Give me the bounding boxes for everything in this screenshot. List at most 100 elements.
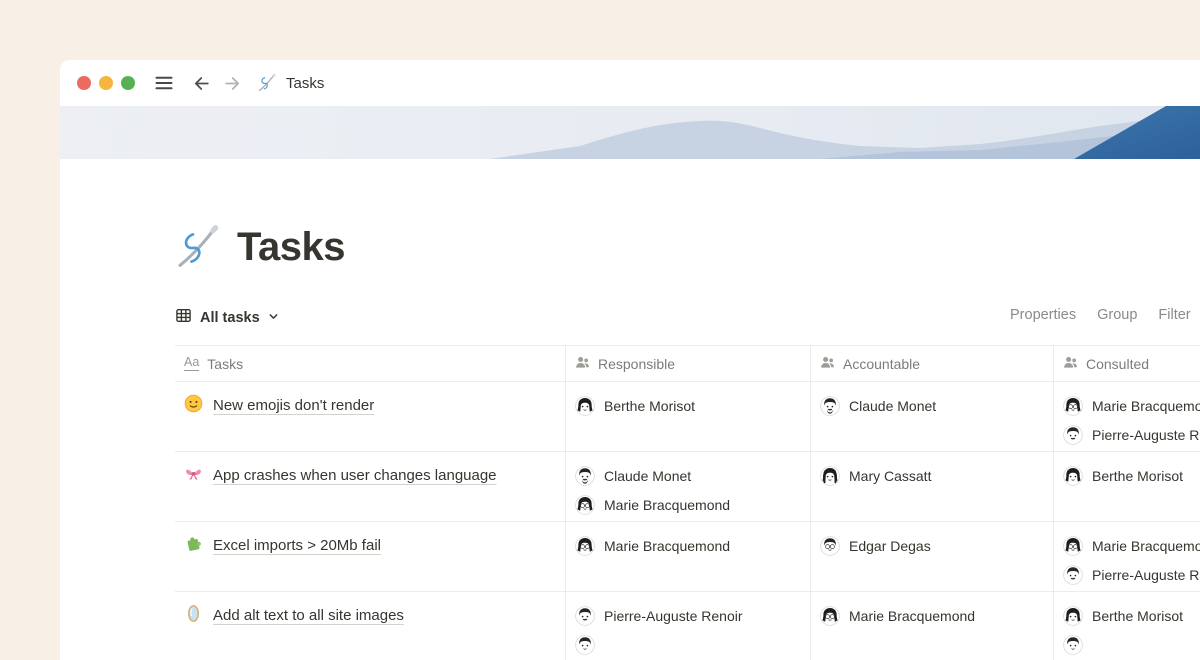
- app-window: Tasks: [60, 60, 1200, 660]
- view-switcher[interactable]: All tasks: [175, 307, 279, 329]
- person-chip[interactable]: Claude Monet: [575, 461, 801, 490]
- mirror-emoji: [184, 604, 203, 627]
- person-chip[interactable]: Marie Bracquemond: [575, 531, 801, 560]
- person-chip[interactable]: Marie Bracquemond: [1063, 531, 1200, 560]
- person-name: Edgar Degas: [849, 538, 931, 554]
- person-chip[interactable]: [1063, 630, 1200, 659]
- mountain-cover-graphic: [60, 106, 1200, 159]
- column-label: Responsible: [598, 356, 675, 372]
- table-cell[interactable]: Berthe Morisot: [565, 382, 810, 451]
- table-cell[interactable]: Mary Cassatt: [810, 452, 1053, 521]
- task-title-cell[interactable]: Add alt text to all site images: [175, 592, 565, 660]
- column-header-tasks[interactable]: AaTasks: [175, 346, 565, 381]
- table-cell[interactable]: Claude Monet: [810, 382, 1053, 451]
- person-chip[interactable]: Marie Bracquemond: [1063, 391, 1200, 420]
- needle-thread-icon: [257, 73, 277, 93]
- minimize-window-button[interactable]: [99, 76, 113, 90]
- tasks-table: AaTasks Responsible Accountable Consulted N…: [175, 345, 1200, 660]
- toolbar-item-filter[interactable]: Filter: [1158, 307, 1190, 323]
- chevron-down-icon: [268, 309, 279, 327]
- avatar: [820, 536, 840, 556]
- task-title-cell[interactable]: Excel imports > 20Mb fail: [175, 522, 565, 591]
- table-row: Add alt text to all site images Pierre-Au…: [175, 592, 1200, 660]
- titlebar-page-title: Tasks: [286, 75, 324, 92]
- column-label: Consulted: [1086, 356, 1149, 372]
- avatar: [1063, 466, 1083, 486]
- person-chip[interactable]: Mary Cassatt: [820, 461, 1044, 490]
- avatar: [575, 466, 595, 486]
- person-name: Claude Monet: [849, 398, 936, 414]
- table-row: App crashes when user changes language Cl…: [175, 452, 1200, 522]
- avatar: [1063, 635, 1083, 655]
- page-content: Tasks All tasks PropertiesGro: [60, 221, 1200, 660]
- close-window-button[interactable]: [77, 76, 91, 90]
- person-icon: [820, 355, 835, 373]
- table-cell[interactable]: Marie Bracquemond Pierre-Auguste Renoir: [1053, 522, 1200, 591]
- person-name: Claude Monet: [604, 468, 691, 484]
- person-chip[interactable]: Edgar Degas: [820, 531, 1044, 560]
- person-chip[interactable]: Pierre-Auguste Renoir: [575, 601, 801, 630]
- person-chip[interactable]: [575, 630, 801, 659]
- table-view-icon: [175, 307, 192, 329]
- avatar: [1063, 425, 1083, 445]
- table-cell[interactable]: Pierre-Auguste Renoir: [565, 592, 810, 660]
- view-bar: All tasks Properties Group Filter: [175, 303, 1200, 333]
- avatar: [820, 606, 840, 626]
- table-cell[interactable]: Berthe Morisot: [1053, 592, 1200, 660]
- column-header-accountable[interactable]: Accountable: [810, 346, 1053, 381]
- table-header-row: AaTasks Responsible Accountable Consulted: [175, 345, 1200, 382]
- person-name: Marie Bracquemond: [1092, 398, 1200, 414]
- needle-thread-emoji[interactable]: [175, 224, 221, 270]
- task-title-link[interactable]: App crashes when user changes language: [213, 467, 497, 484]
- title-property-icon: Aa: [184, 356, 199, 371]
- avatar: [575, 606, 595, 626]
- view-toolbar: Properties Group Filter: [1010, 307, 1191, 323]
- avatar: [1063, 536, 1083, 556]
- column-header-consulted[interactable]: Consulted: [1053, 346, 1200, 381]
- person-name: Pierre-Auguste Renoir: [604, 608, 743, 624]
- person-chip[interactable]: Marie Bracquemond: [820, 601, 1044, 630]
- avatar: [575, 536, 595, 556]
- toolbar-item-group[interactable]: Group: [1097, 307, 1137, 323]
- puzzle-emoji: [184, 534, 203, 557]
- person-chip[interactable]: Pierre-Auguste Renoir: [1063, 420, 1200, 449]
- task-title-link[interactable]: Excel imports > 20Mb fail: [213, 537, 381, 554]
- person-name: Marie Bracquemond: [849, 608, 975, 624]
- bow-emoji: [184, 464, 203, 487]
- table-row: Excel imports > 20Mb fail Marie Bracquemo…: [175, 522, 1200, 592]
- forward-arrow-icon[interactable]: [222, 73, 243, 94]
- person-name: Pierre-Auguste Renoir: [1092, 567, 1200, 583]
- zoom-window-button[interactable]: [121, 76, 135, 90]
- table-body: New emojis don't render Berthe Morisot Cla…: [175, 382, 1200, 660]
- task-title-cell[interactable]: New emojis don't render: [175, 382, 565, 451]
- column-header-responsible[interactable]: Responsible: [565, 346, 810, 381]
- person-chip[interactable]: Berthe Morisot: [1063, 461, 1200, 490]
- table-cell[interactable]: Edgar Degas: [810, 522, 1053, 591]
- task-title-link[interactable]: Add alt text to all site images: [213, 607, 404, 624]
- person-chip[interactable]: Claude Monet: [820, 391, 1044, 420]
- person-chip[interactable]: Berthe Morisot: [575, 391, 801, 420]
- person-name: Marie Bracquemond: [604, 497, 730, 513]
- person-name: Berthe Morisot: [1092, 608, 1183, 624]
- person-chip[interactable]: Berthe Morisot: [1063, 601, 1200, 630]
- hamburger-menu-icon[interactable]: [153, 72, 175, 94]
- task-title-cell[interactable]: App crashes when user changes language: [175, 452, 565, 521]
- table-cell[interactable]: Marie Bracquemond Pierre-Auguste Renoir: [1053, 382, 1200, 451]
- person-chip[interactable]: Pierre-Auguste Renoir: [1063, 560, 1200, 589]
- window-titlebar: Tasks: [60, 60, 1200, 106]
- avatar: [575, 635, 595, 655]
- table-cell[interactable]: Claude Monet Marie Bracquemond: [565, 452, 810, 521]
- person-chip[interactable]: Marie Bracquemond: [575, 490, 801, 519]
- table-cell[interactable]: Marie Bracquemond: [810, 592, 1053, 660]
- toolbar-item-properties[interactable]: Properties: [1010, 307, 1076, 323]
- table-cell[interactable]: Marie Bracquemond: [565, 522, 810, 591]
- page-title[interactable]: Tasks: [237, 225, 345, 270]
- back-arrow-icon[interactable]: [191, 73, 212, 94]
- avatar: [575, 396, 595, 416]
- person-name: Berthe Morisot: [604, 398, 695, 414]
- page-cover-image[interactable]: [60, 106, 1200, 159]
- table-cell[interactable]: Berthe Morisot: [1053, 452, 1200, 521]
- task-title-link[interactable]: New emojis don't render: [213, 397, 374, 414]
- column-label: Accountable: [843, 356, 920, 372]
- view-name: All tasks: [200, 310, 260, 326]
